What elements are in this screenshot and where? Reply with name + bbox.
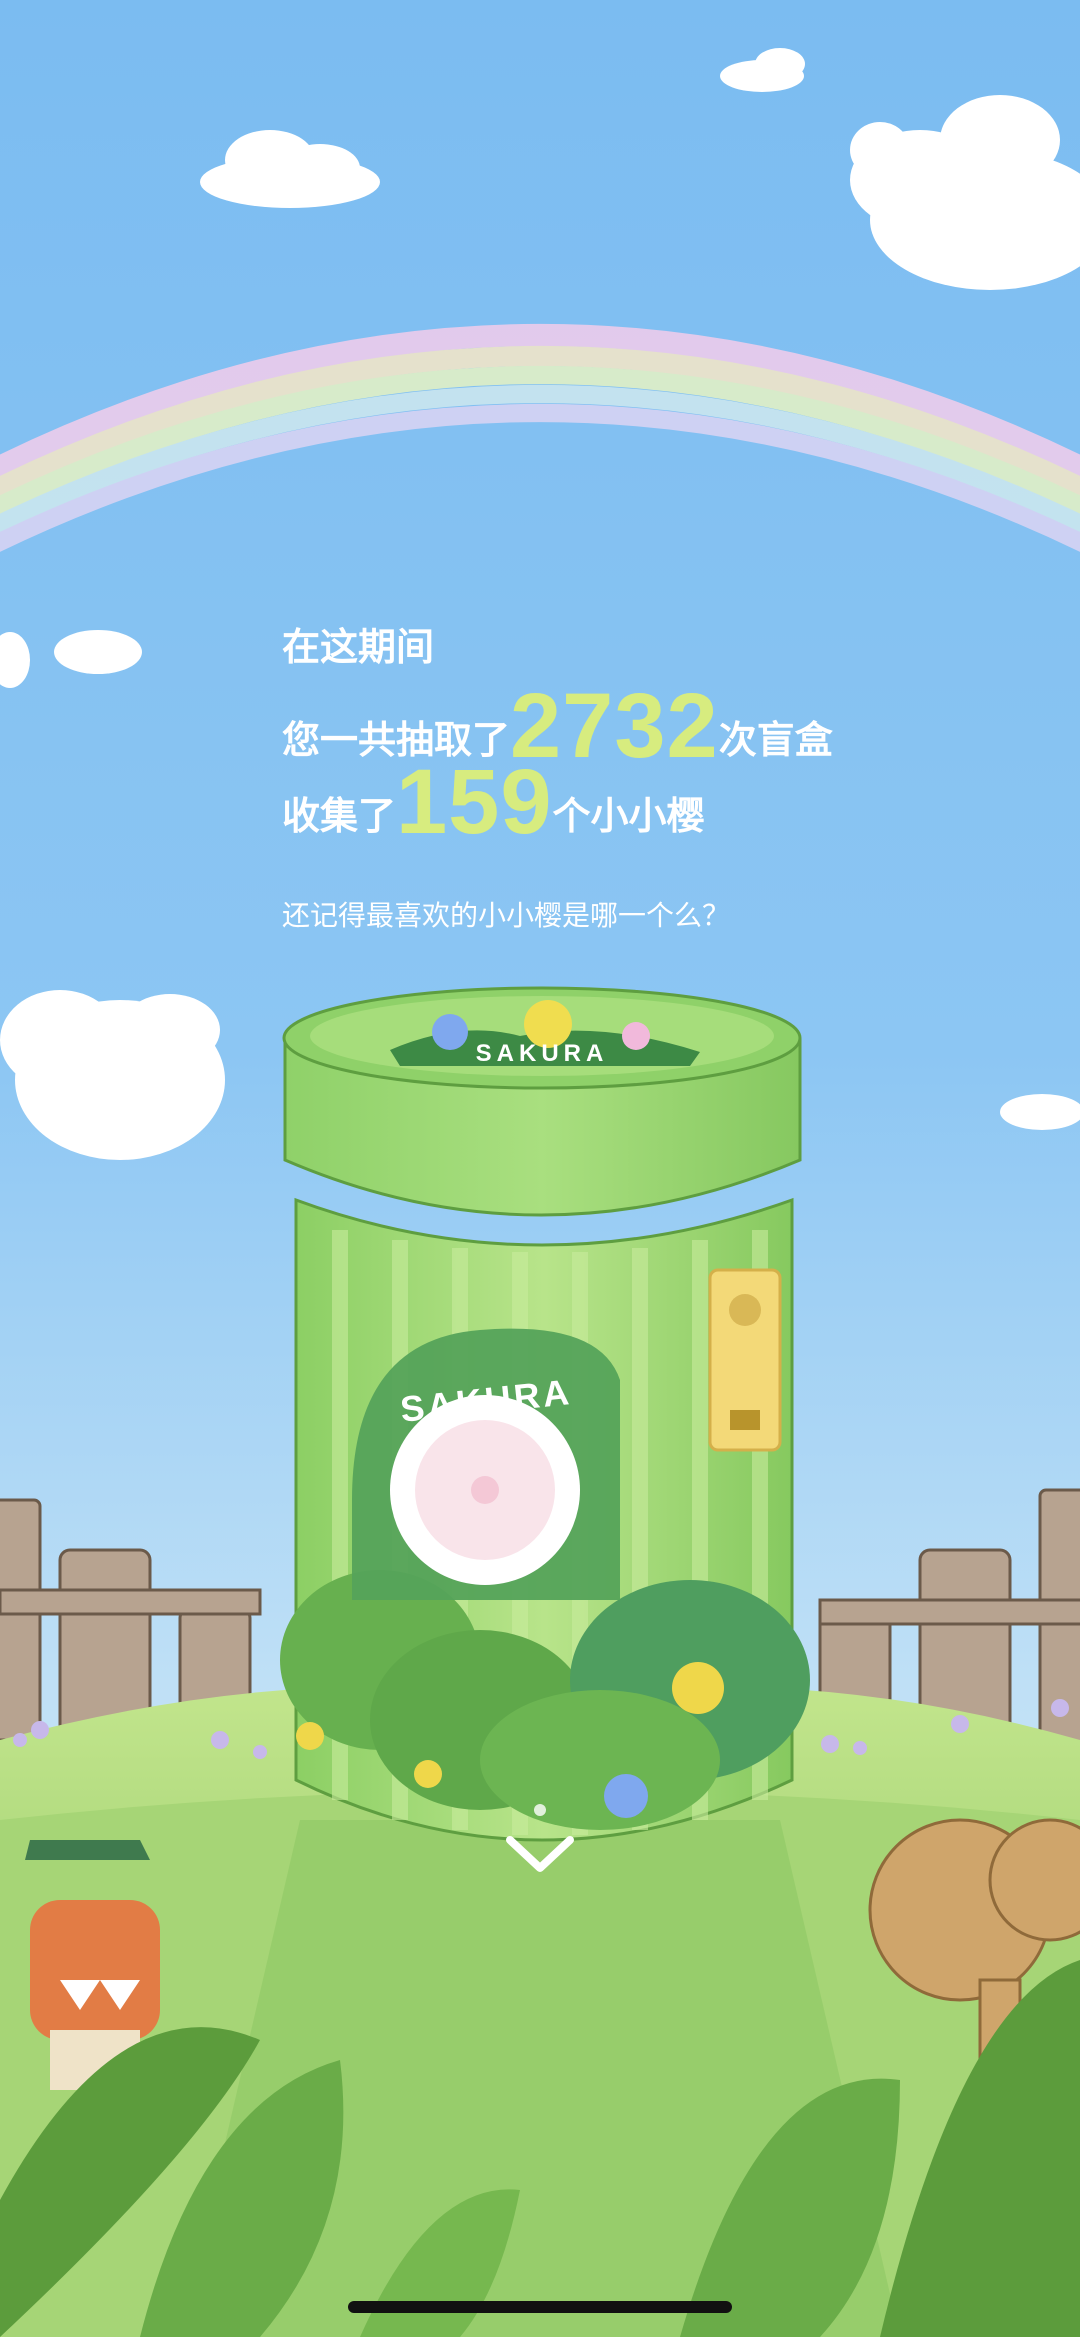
collect-prefix: 收集了 [282,794,397,838]
scroll-down-button[interactable] [500,1800,580,1880]
jar-lid-label: SAKURA [475,1040,609,1067]
favorite-question: 还记得最喜欢的小小樱是哪一个么？ [282,899,731,932]
collect-count: 159 [396,751,553,853]
blind-box-summary-screen: 在这期间 您一共抽取了2732次盲盒 收集了159个小小樱 还记得最喜欢的小小樱… [0,0,1080,2337]
jar-body [280,1197,810,1842]
collect-suffix: 个小小樱 [552,794,705,838]
chevron-down-icon [506,1804,574,1872]
jar-lid [282,986,802,1217]
home-indicator[interactable] [348,2301,732,2313]
background-illustration [0,0,1080,2337]
draws-suffix: 次盲盒 [718,718,833,762]
summary-heading: 在这期间 [282,625,435,669]
collect-summary-line: 收集了159个小小樱 [282,752,705,848]
